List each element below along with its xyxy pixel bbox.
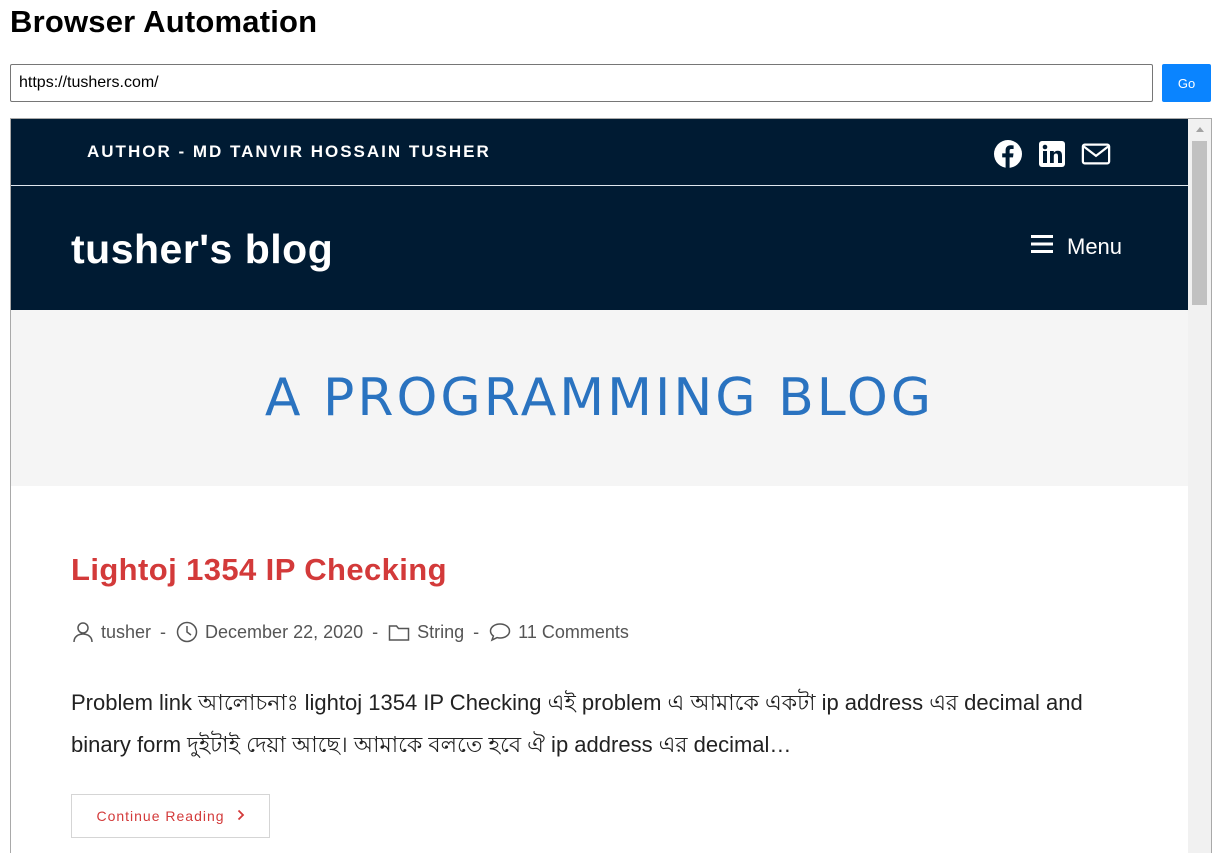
menu-label: Menu <box>1067 234 1123 259</box>
meta-separator: - <box>372 621 379 642</box>
linkedin-icon[interactable] <box>1037 139 1067 169</box>
post-date: December 22, 2020 <box>205 621 364 642</box>
site-topbar: AUTHOR - MD TANVIR HOSSAIN TUSHER <box>11 119 1188 186</box>
post-author[interactable]: tusher <box>101 622 151 643</box>
scroll-thumb[interactable] <box>1192 141 1207 305</box>
continue-reading-label: Continue Reading <box>96 808 225 824</box>
site-header: tusher's blog Menu <box>11 186 1188 310</box>
social-links <box>993 139 1111 169</box>
post-comments[interactable]: 11 Comments <box>518 622 629 643</box>
author-text: AUTHOR - MD TANVIR HOSSAIN TUSHER <box>87 142 491 161</box>
app-title: Browser Automation <box>10 4 318 39</box>
folder-icon <box>387 620 411 644</box>
vertical-scrollbar[interactable] <box>1188 119 1211 853</box>
url-input[interactable] <box>10 64 1153 102</box>
clock-icon <box>175 620 199 644</box>
post-meta: tusher - December 22, 2020 - String - 11… <box>71 620 629 644</box>
hamburger-icon <box>1031 234 1053 260</box>
post-excerpt: Problem link আলোচনাঃ lightoj 1354 IP Che… <box>71 690 1083 757</box>
facebook-icon[interactable] <box>993 139 1023 169</box>
go-button[interactable]: Go <box>1162 64 1211 102</box>
post-category[interactable]: String <box>417 622 464 643</box>
scroll-up-button[interactable] <box>1188 119 1211 139</box>
chevron-right-icon <box>237 808 245 824</box>
hero-title: A PROGRAMMING BLOG <box>264 368 935 428</box>
mail-icon[interactable] <box>1081 139 1111 169</box>
user-icon <box>71 620 95 644</box>
continue-reading-button[interactable]: Continue Reading <box>71 794 270 838</box>
menu-button[interactable]: Menu <box>1031 234 1122 260</box>
site-title[interactable]: tusher's blog <box>71 226 333 273</box>
post-title[interactable]: Lightoj 1354 IP Checking <box>71 552 447 588</box>
browser-viewport: AUTHOR - MD TANVIR HOSSAIN TUSHER tusher… <box>11 119 1188 853</box>
meta-separator: - <box>473 621 480 642</box>
comment-icon <box>488 620 512 644</box>
page-hero: A PROGRAMMING BLOG <box>11 310 1188 486</box>
browser-frame: AUTHOR - MD TANVIR HOSSAIN TUSHER tusher… <box>10 118 1212 853</box>
meta-separator: - <box>160 621 167 642</box>
